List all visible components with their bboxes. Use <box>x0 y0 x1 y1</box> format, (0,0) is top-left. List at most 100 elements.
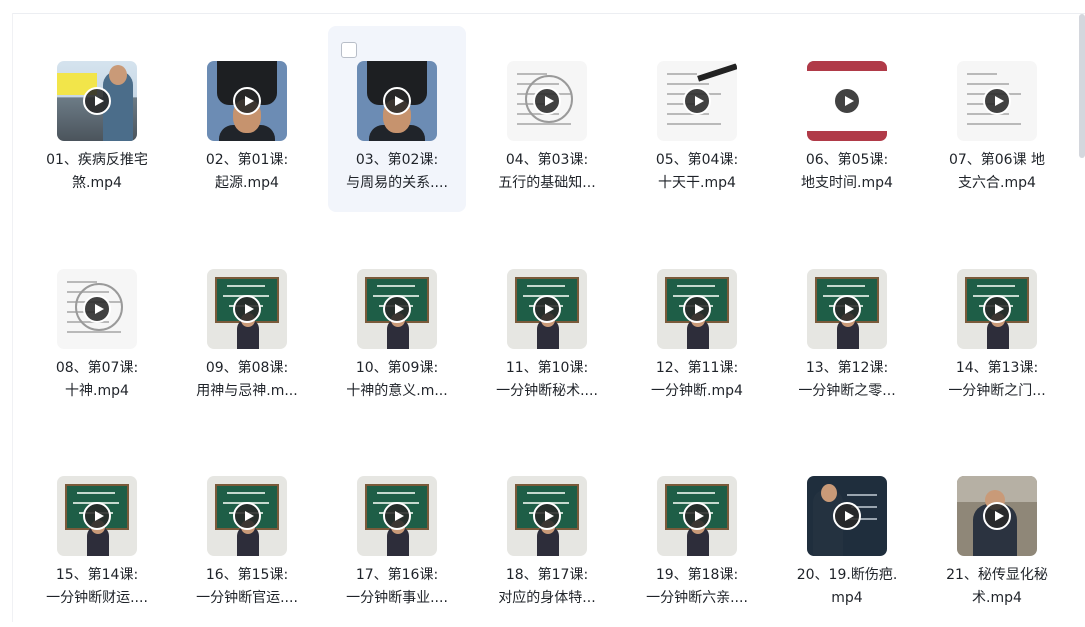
file-name[interactable]: 19、第18课: 一分钟断六亲.... <box>634 564 760 610</box>
play-icon[interactable] <box>683 502 711 530</box>
file-name[interactable]: 14、第13课: 一分钟断之门... <box>934 357 1060 403</box>
video-thumbnail[interactable] <box>357 269 437 349</box>
play-icon[interactable] <box>233 87 261 115</box>
thumbnail-detail <box>77 492 115 494</box>
video-thumbnail[interactable] <box>357 61 437 141</box>
video-thumbnail[interactable] <box>807 269 887 349</box>
file-item[interactable]: 20、19.断伤疤. mp4 <box>778 441 916 627</box>
file-name[interactable]: 10、第09课: 十神的意义.m... <box>334 357 460 403</box>
play-icon[interactable] <box>383 87 411 115</box>
play-icon[interactable] <box>83 502 111 530</box>
video-thumbnail[interactable] <box>657 476 737 556</box>
video-thumbnail[interactable] <box>507 61 587 141</box>
play-icon[interactable] <box>83 87 111 115</box>
video-thumbnail[interactable] <box>57 269 137 349</box>
file-name[interactable]: 21、秘传显化秘 术.mp4 <box>934 564 1060 610</box>
file-item[interactable]: 19、第18课: 一分钟断六亲.... <box>628 441 766 627</box>
play-icon[interactable] <box>833 295 861 323</box>
file-name-line: 一分钟断.mp4 <box>651 383 743 399</box>
file-item[interactable]: 01、疾病反推宅 煞.mp4 <box>28 26 166 212</box>
video-thumbnail[interactable] <box>357 476 437 556</box>
play-icon[interactable] <box>533 295 561 323</box>
file-item[interactable]: 18、第17课: 对应的身体特... <box>478 441 616 627</box>
file-name[interactable]: 02、第01课: 起源.mp4 <box>184 149 310 195</box>
file-item[interactable]: 04、第03课: 五行的基础知... <box>478 26 616 212</box>
thumbnail-detail <box>821 484 837 502</box>
play-icon[interactable] <box>233 295 261 323</box>
video-thumbnail[interactable] <box>807 476 887 556</box>
video-thumbnail[interactable] <box>657 61 737 141</box>
video-thumbnail[interactable] <box>57 476 137 556</box>
video-thumbnail[interactable] <box>957 61 1037 141</box>
top-divider <box>12 13 1085 14</box>
file-item[interactable]: 02、第01课: 起源.mp4 <box>178 26 316 212</box>
file-item[interactable]: 03、第02课: 与周易的关系.... <box>328 26 466 212</box>
file-item[interactable]: 13、第12课: 一分钟断之零... <box>778 234 916 420</box>
file-name[interactable]: 03、第02课: 与周易的关系.... <box>334 149 460 195</box>
video-thumbnail[interactable] <box>957 476 1037 556</box>
play-icon[interactable] <box>983 502 1011 530</box>
file-name-line: 一分钟断事业.... <box>346 590 448 606</box>
file-item[interactable]: 08、第07课: 十神.mp4 <box>28 234 166 420</box>
file-name-line: 五行的基础知... <box>498 175 596 191</box>
file-name-line: 用神与忌神.m... <box>196 383 298 399</box>
file-name[interactable]: 05、第04课: 十天干.mp4 <box>634 149 760 195</box>
file-item[interactable]: 16、第15课: 一分钟断官运.... <box>178 441 316 627</box>
file-name[interactable]: 13、第12课: 一分钟断之零... <box>784 357 910 403</box>
file-item[interactable]: 07、第06课 地支六合.mp4 <box>928 26 1066 212</box>
file-name[interactable]: 17、第16课: 一分钟断事业.... <box>334 564 460 610</box>
file-name[interactable]: 01、疾病反推宅 煞.mp4 <box>34 149 160 195</box>
file-name-line: 一分钟断官运.... <box>196 590 298 606</box>
file-name[interactable]: 12、第11课: 一分钟断.mp4 <box>634 357 760 403</box>
play-icon[interactable] <box>233 502 261 530</box>
file-name[interactable]: 07、第06课 地支六合.mp4 <box>934 149 1060 195</box>
video-thumbnail[interactable] <box>507 269 587 349</box>
play-icon[interactable] <box>983 295 1011 323</box>
file-item[interactable]: 06、第05课: 地支时间.mp4 <box>778 26 916 212</box>
scrollbar[interactable] <box>1079 14 1085 158</box>
play-icon[interactable] <box>533 87 561 115</box>
file-name[interactable]: 04、第03课: 五行的基础知... <box>484 149 610 195</box>
play-icon[interactable] <box>383 502 411 530</box>
file-name[interactable]: 09、第08课: 用神与忌神.m... <box>184 357 310 403</box>
video-thumbnail[interactable] <box>807 61 887 141</box>
file-name[interactable]: 16、第15课: 一分钟断官运.... <box>184 564 310 610</box>
video-thumbnail[interactable] <box>207 476 287 556</box>
file-item[interactable]: 21、秘传显化秘 术.mp4 <box>928 441 1066 627</box>
play-icon[interactable] <box>833 87 861 115</box>
play-icon[interactable] <box>383 295 411 323</box>
thumbnail-detail <box>527 285 565 287</box>
file-item[interactable]: 09、第08课: 用神与忌神.m... <box>178 234 316 420</box>
play-icon[interactable] <box>983 87 1011 115</box>
file-name-line: 煞.mp4 <box>72 175 122 191</box>
thumbnail-detail <box>667 83 709 85</box>
file-name-line: 16、第15课: <box>205 567 289 583</box>
file-item[interactable]: 17、第16课: 一分钟断事业.... <box>328 441 466 627</box>
file-name[interactable]: 06、第05课: 地支时间.mp4 <box>784 149 910 195</box>
file-item[interactable]: 05、第04课: 十天干.mp4 <box>628 26 766 212</box>
file-name[interactable]: 18、第17课: 对应的身体特... <box>484 564 610 610</box>
file-name[interactable]: 20、19.断伤疤. mp4 <box>784 564 910 610</box>
play-icon[interactable] <box>683 87 711 115</box>
video-thumbnail[interactable] <box>207 269 287 349</box>
video-thumbnail[interactable] <box>57 61 137 141</box>
video-thumbnail[interactable] <box>507 476 587 556</box>
video-thumbnail[interactable] <box>657 269 737 349</box>
file-item[interactable]: 12、第11课: 一分钟断.mp4 <box>628 234 766 420</box>
play-icon[interactable] <box>533 502 561 530</box>
play-icon[interactable] <box>833 502 861 530</box>
file-item[interactable]: 14、第13课: 一分钟断之门... <box>928 234 1066 420</box>
file-item[interactable]: 15、第14课: 一分钟断财运.... <box>28 441 166 627</box>
file-item[interactable]: 10、第09课: 十神的意义.m... <box>328 234 466 420</box>
play-icon[interactable] <box>683 295 711 323</box>
video-thumbnail[interactable] <box>207 61 287 141</box>
file-name[interactable]: 11、第10课: 一分钟断秘术.... <box>484 357 610 403</box>
select-checkbox[interactable] <box>341 42 357 58</box>
thumbnail-detail <box>967 73 997 75</box>
file-item[interactable]: 11、第10课: 一分钟断秘术.... <box>478 234 616 420</box>
video-thumbnail[interactable] <box>957 269 1037 349</box>
play-icon[interactable] <box>83 295 111 323</box>
file-name-line: 一分钟断之门... <box>948 383 1046 399</box>
file-name[interactable]: 15、第14课: 一分钟断财运.... <box>34 564 160 610</box>
file-name[interactable]: 08、第07课: 十神.mp4 <box>34 357 160 403</box>
